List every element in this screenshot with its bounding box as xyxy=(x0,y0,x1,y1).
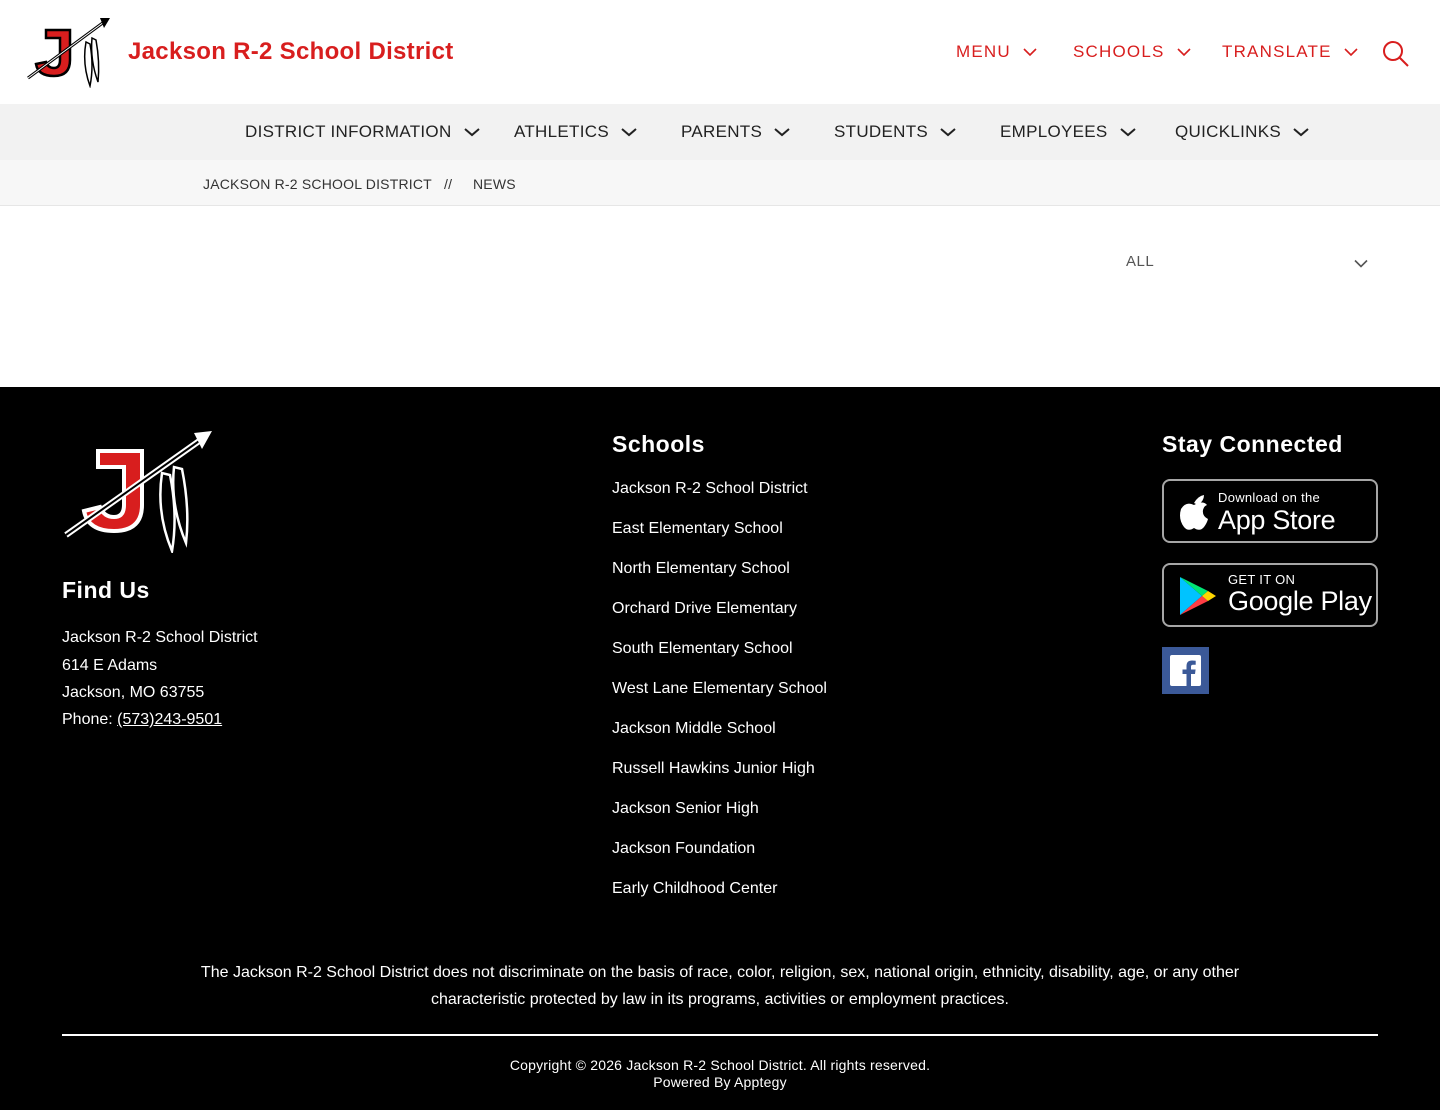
nav-label: ATHLETICS xyxy=(514,122,609,141)
school-link[interactable]: Russell Hawkins Junior High xyxy=(612,760,815,778)
school-link[interactable]: North Elementary School xyxy=(612,560,790,578)
facebook-icon xyxy=(1170,655,1201,686)
chevron-down-icon xyxy=(1023,48,1037,57)
chevron-down-icon xyxy=(1119,128,1136,137)
nav-label: QUICKLINKS xyxy=(1175,122,1281,141)
nav-athletics[interactable]: ATHLETICS xyxy=(514,122,637,142)
site-title[interactable]: Jackson R-2 School District xyxy=(128,38,454,66)
chevron-down-icon xyxy=(1344,48,1358,57)
nav-parents[interactable]: PARENTS xyxy=(681,122,790,142)
breadcrumb-current: NEWS xyxy=(473,176,516,192)
app-store-big-text: App Store xyxy=(1218,505,1336,535)
school-link[interactable]: East Elementary School xyxy=(612,520,783,538)
school-link[interactable]: Jackson Senior High xyxy=(612,800,759,818)
google-play-icon xyxy=(1180,577,1216,615)
address-city: Jackson, MO 63755 xyxy=(62,684,205,701)
nav-quicklinks[interactable]: QUICKLINKS xyxy=(1175,122,1309,142)
breadcrumb-separator: // xyxy=(444,176,453,192)
google-play-button[interactable]: GET IT ON Google Play xyxy=(1162,563,1378,627)
address-name: Jackson R-2 School District xyxy=(62,629,258,646)
footer-divider xyxy=(62,1034,1378,1036)
nav-label: DISTRICT INFORMATION xyxy=(245,122,452,141)
breadcrumb-home-link[interactable]: JACKSON R-2 SCHOOL DISTRICT xyxy=(203,176,432,192)
phone-label: Phone: xyxy=(62,711,118,728)
menu-label: MENU xyxy=(956,42,1011,61)
school-link[interactable]: Jackson Foundation xyxy=(612,840,755,858)
school-link[interactable]: South Elementary School xyxy=(612,640,793,658)
chevron-down-icon xyxy=(774,128,790,137)
copyright-text: Copyright © 2026 Jackson R-2 School Dist… xyxy=(509,1057,931,1073)
district-logo xyxy=(64,431,212,553)
google-play-big-text: Google Play xyxy=(1228,586,1372,616)
apple-icon xyxy=(1180,495,1208,530)
category-filter-select[interactable]: ALL xyxy=(1126,252,1376,274)
schools-heading: Schools xyxy=(612,431,705,457)
school-link[interactable]: Jackson R-2 School District xyxy=(612,480,808,498)
app-store-button[interactable]: Download on the App Store xyxy=(1162,479,1378,543)
app-store-small-text: Download on the xyxy=(1218,490,1321,505)
find-us-heading: Find Us xyxy=(62,577,150,603)
phone-link[interactable]: (573)243-9501 xyxy=(117,711,222,728)
translate-label: TRANSLATE xyxy=(1222,42,1332,61)
school-link[interactable]: Jackson Middle School xyxy=(612,720,776,738)
chevron-down-icon xyxy=(1293,128,1309,137)
school-link[interactable]: Early Childhood Center xyxy=(612,880,777,898)
non-discrimination-notice: The Jackson R-2 School District does not… xyxy=(200,964,1240,1008)
chevron-down-icon xyxy=(463,128,480,137)
school-link[interactable]: Orchard Drive Elementary xyxy=(612,600,797,618)
breadcrumb: JACKSON R-2 SCHOOL DISTRICT // NEWS xyxy=(0,160,1440,206)
facebook-link[interactable] xyxy=(1162,647,1209,694)
nav-label: PARENTS xyxy=(681,122,763,141)
site-footer: Find Us Jackson R-2 School District 614 … xyxy=(0,387,1440,1110)
nav-district-information[interactable]: DISTRICT INFORMATION xyxy=(245,122,480,142)
site-header: Jackson R-2 School District MENU SCHOOLS… xyxy=(0,0,1440,104)
main-navigation: DISTRICT INFORMATION ATHLETICS PARENTS S… xyxy=(0,104,1440,160)
school-link[interactable]: West Lane Elementary School xyxy=(612,680,827,698)
schools-dropdown[interactable]: SCHOOLS xyxy=(1073,42,1191,62)
chevron-down-icon xyxy=(1354,259,1368,268)
google-play-small-text: GET IT ON xyxy=(1228,572,1296,587)
schools-label: SCHOOLS xyxy=(1073,42,1165,61)
address-phone: Phone: (573)243-9501 xyxy=(62,711,222,729)
translate-dropdown[interactable]: TRANSLATE xyxy=(1222,42,1358,62)
nav-students[interactable]: STUDENTS xyxy=(834,122,956,142)
menu-dropdown[interactable]: MENU xyxy=(956,42,1037,62)
filter-selected-value: ALL xyxy=(1126,253,1155,270)
stay-connected-heading: Stay Connected xyxy=(1162,431,1343,457)
search-icon[interactable] xyxy=(1382,40,1410,68)
chevron-down-icon xyxy=(1176,48,1191,57)
nav-label: STUDENTS xyxy=(834,122,929,141)
nav-label: EMPLOYEES xyxy=(1000,122,1108,141)
nav-employees[interactable]: EMPLOYEES xyxy=(1000,122,1136,142)
powered-by-link[interactable]: Powered By Apptegy xyxy=(0,1074,1440,1090)
district-logo[interactable] xyxy=(24,16,112,88)
chevron-down-icon xyxy=(621,128,637,137)
address-street: 614 E Adams xyxy=(62,657,158,674)
chevron-down-icon xyxy=(940,128,956,137)
